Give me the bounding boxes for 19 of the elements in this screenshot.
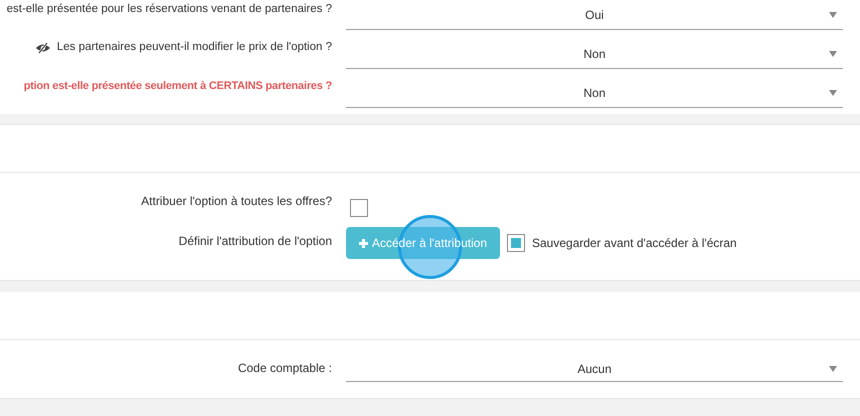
checkbox-label: Sauvegarder avant d'accéder à l'écran — [532, 235, 737, 252]
field-label: Définir l'attribution de l'option — [178, 233, 332, 250]
field-label: Les partenaires peuvent-il modifier le prix de l'option ? — [56, 40, 332, 55]
checkbox[interactable] — [507, 234, 525, 252]
dropdown-field[interactable]: Non — [346, 30, 843, 69]
plus-icon — [358, 238, 368, 248]
field-label: ption est-elle présentée seulement à CERTAINS partenaires ? — [24, 79, 332, 94]
caret-icon — [829, 366, 837, 372]
field-label: Attribuer l'option à toutes les offres? — [141, 193, 332, 210]
field-label: est-elle présentée pour les réservations venant de partenaires ? — [6, 2, 332, 17]
caret-icon — [829, 12, 837, 18]
caret-icon — [829, 90, 837, 96]
dropdown-field[interactable]: Non — [346, 69, 843, 108]
checkbox[interactable] — [350, 199, 368, 217]
field-label: Code comptable : — [238, 360, 332, 377]
caret-icon — [829, 51, 837, 57]
dropdown-field[interactable]: Aucun — [346, 356, 843, 382]
dropdown-field[interactable]: Oui — [346, 0, 843, 30]
eye-slash-icon — [34, 42, 51, 54]
